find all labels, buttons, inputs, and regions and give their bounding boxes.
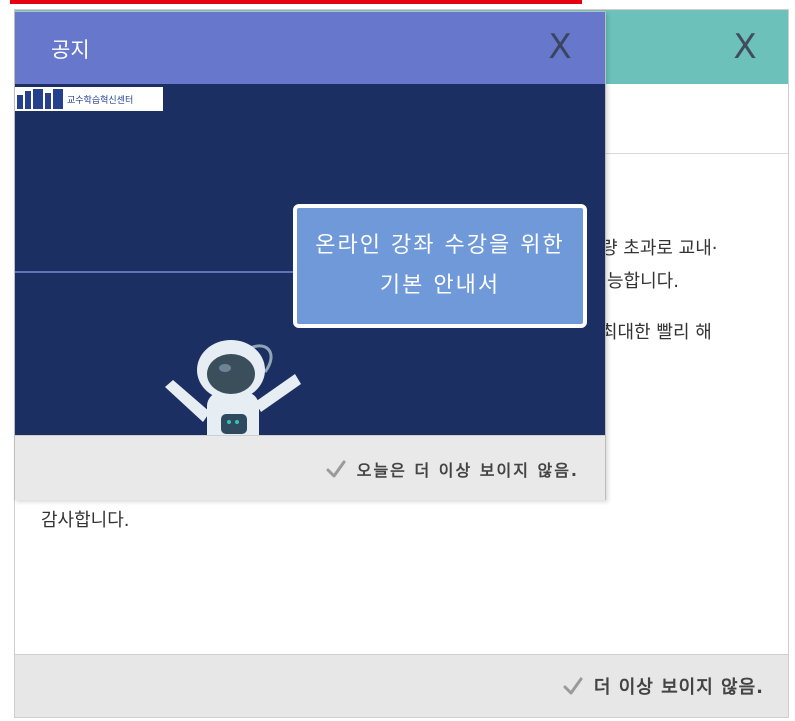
astronaut-illustration xyxy=(165,340,301,435)
check-icon xyxy=(563,677,583,695)
banner-card-line1: 온라인 강좌 수강을 위한 xyxy=(315,233,565,258)
front-notice-popup: 공지 X 교수학습혁신센터 온라인 강좌 수강을 위한 기본 안내서 오늘은 더… xyxy=(14,11,606,500)
dont-show-again-label: 더 이상 보이지 않음. xyxy=(593,677,764,698)
top-red-border xyxy=(10,0,582,4)
back-close-button[interactable]: X xyxy=(722,24,768,70)
thanks-text: 감사합니다. xyxy=(41,510,130,531)
banner-line xyxy=(15,271,295,273)
body-text-line: 량 초과로 교내· xyxy=(601,238,718,259)
logo-mark-icon xyxy=(17,89,65,109)
dont-show-today-label: 오늘은 더 이상 보이지 않음. xyxy=(356,461,579,480)
banner-card: 온라인 강좌 수강을 위한 기본 안내서 xyxy=(293,204,587,328)
logo-text: 교수학습혁신센터 xyxy=(67,95,134,106)
dont-show-today-button[interactable]: 오늘은 더 이상 보이지 않음. xyxy=(325,456,579,482)
check-icon xyxy=(326,460,346,478)
dont-show-again-button[interactable]: 더 이상 보이지 않음. xyxy=(562,673,764,699)
front-popup-footer: 오늘은 더 이상 보이지 않음. xyxy=(15,435,605,500)
banner-card-line2: 기본 안내서 xyxy=(379,273,501,298)
back-popup-footer: 더 이상 보이지 않음. xyxy=(15,654,788,717)
notice-banner-image[interactable]: 교수학습혁신센터 온라인 강좌 수강을 위한 기본 안내서 xyxy=(15,84,605,435)
body-text-line: 능합니다. xyxy=(607,271,679,292)
popup-title: 공지 xyxy=(51,38,90,62)
center-logo: 교수학습혁신센터 xyxy=(15,87,163,111)
front-popup-header: 공지 X xyxy=(15,12,605,84)
body-text-line: 최대한 빨리 해 xyxy=(601,322,712,343)
front-close-button[interactable]: X xyxy=(537,24,583,70)
